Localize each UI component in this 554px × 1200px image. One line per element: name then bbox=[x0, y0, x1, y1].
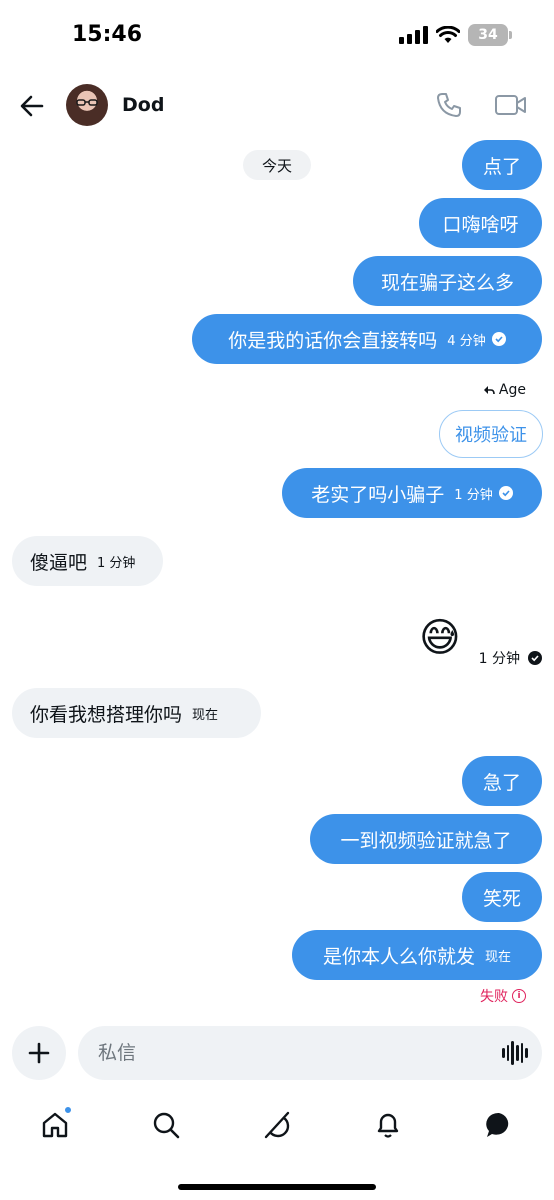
messages-icon bbox=[486, 1112, 509, 1137]
message-text: 你看我想搭理你吗 bbox=[30, 703, 183, 726]
check-circle-icon bbox=[491, 332, 506, 346]
reply-context: Age bbox=[483, 382, 526, 398]
message-meta: 1 分钟 bbox=[454, 484, 513, 503]
contact-name[interactable]: Dod bbox=[122, 94, 164, 116]
message-time: 4 分钟 bbox=[447, 333, 486, 349]
tab-search[interactable] bbox=[149, 1108, 183, 1142]
reply-arrow-icon bbox=[483, 386, 495, 395]
message-text: 是你本人么你就发 bbox=[322, 945, 475, 968]
message-text: 急了 bbox=[482, 771, 521, 794]
message-meta: 4 分钟 bbox=[447, 330, 506, 349]
video-camera-icon[interactable] bbox=[494, 90, 528, 120]
bottom-tab-bar bbox=[0, 1098, 554, 1154]
status-time: 15:46 bbox=[72, 22, 143, 47]
search-icon bbox=[153, 1112, 180, 1139]
wifi-icon bbox=[436, 26, 460, 43]
outgoing-message[interactable]: 你是我的话你会直接转吗 4 分钟 bbox=[192, 314, 542, 364]
outgoing-message[interactable]: 一到视频验证就急了 bbox=[310, 814, 542, 864]
check-circle-icon bbox=[528, 651, 542, 665]
message-list[interactable]: 今天 点了 口嗨啥呀 现在骗子这么多 你是我的话你会直接转吗 4 分钟 Age … bbox=[0, 134, 554, 1014]
home-indicator bbox=[178, 1184, 376, 1190]
phone-icon[interactable] bbox=[434, 90, 464, 120]
replied-message-chip[interactable]: 视频验证 bbox=[439, 410, 543, 458]
message-text: 一到视频验证就急了 bbox=[340, 829, 512, 852]
message-text: 傻逼吧 bbox=[30, 551, 88, 574]
message-time: 现在 bbox=[485, 949, 512, 965]
outgoing-message[interactable]: 老实了吗小骗子 1 分钟 bbox=[282, 468, 542, 518]
voice-wave-icon[interactable] bbox=[502, 1041, 529, 1065]
message-text: 你是我的话你会直接转吗 bbox=[228, 329, 438, 352]
message-meta: 1 分钟 bbox=[479, 648, 542, 668]
message-time: 现在 bbox=[192, 707, 219, 723]
message-text: 现在骗子这么多 bbox=[380, 271, 514, 294]
signal-icon bbox=[399, 26, 428, 44]
reply-label: Age bbox=[498, 382, 526, 398]
notification-dot bbox=[64, 1106, 72, 1114]
message-text: 笑死 bbox=[482, 887, 521, 910]
tab-notifications[interactable] bbox=[371, 1108, 405, 1142]
tab-grok[interactable] bbox=[260, 1108, 294, 1142]
back-arrow-icon[interactable] bbox=[16, 90, 48, 122]
outgoing-message[interactable]: 点了 bbox=[462, 140, 542, 190]
outgoing-message[interactable]: 是你本人么你就发 现在 bbox=[292, 930, 542, 980]
date-divider: 今天 bbox=[243, 150, 311, 180]
outgoing-message[interactable]: 笑死 bbox=[462, 872, 542, 922]
avatar[interactable] bbox=[66, 84, 108, 126]
error-icon: i bbox=[512, 989, 526, 1003]
message-input[interactable] bbox=[78, 1026, 542, 1080]
check-circle-icon bbox=[498, 486, 513, 500]
message-time: 1 分钟 bbox=[97, 555, 136, 571]
home-icon bbox=[42, 1112, 68, 1138]
tab-home[interactable] bbox=[38, 1106, 72, 1142]
battery-icon: 34 bbox=[468, 24, 512, 46]
outgoing-message[interactable]: 口嗨啥呀 bbox=[419, 198, 542, 248]
add-attachment-button[interactable] bbox=[12, 1026, 66, 1080]
status-bar: 15:46 34 bbox=[0, 0, 554, 72]
message-text: 老实了吗小骗子 bbox=[311, 483, 445, 506]
message-text: 口嗨啥呀 bbox=[442, 213, 519, 236]
message-text: 点了 bbox=[482, 155, 521, 178]
emoji-message[interactable]: 😅 bbox=[419, 614, 461, 662]
outgoing-message[interactable]: 现在骗子这么多 bbox=[353, 256, 542, 306]
message-time: 1 分钟 bbox=[478, 651, 520, 667]
plus-icon bbox=[28, 1042, 50, 1064]
incoming-message[interactable]: 你看我想搭理你吗 现在 bbox=[12, 688, 261, 738]
incoming-message[interactable]: 傻逼吧 1 分钟 bbox=[12, 536, 163, 586]
send-failed-status[interactable]: 失败 i bbox=[480, 986, 526, 1006]
failed-label: 失败 bbox=[480, 989, 508, 1005]
composer bbox=[0, 1024, 554, 1084]
outgoing-message[interactable]: 急了 bbox=[462, 756, 542, 806]
status-icons: 34 bbox=[399, 24, 512, 46]
tab-messages[interactable] bbox=[482, 1108, 516, 1142]
bell-icon bbox=[377, 1113, 399, 1138]
grok-icon bbox=[264, 1111, 290, 1139]
message-time: 1 分钟 bbox=[454, 487, 493, 503]
conversation-header: Dod bbox=[0, 78, 554, 134]
